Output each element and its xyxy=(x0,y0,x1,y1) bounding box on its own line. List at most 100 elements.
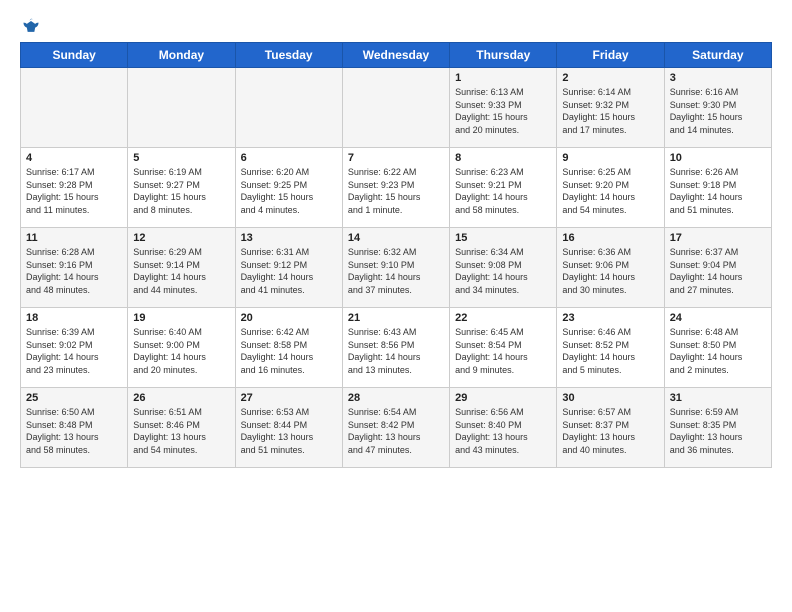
calendar-cell: 26 Sunrise: 6:51 AM Sunset: 8:46 PM Dayli… xyxy=(128,388,235,468)
day-info: Sunrise: 6:29 AM Sunset: 9:14 PM Dayligh… xyxy=(133,246,229,296)
calendar-cell: 18Sunrise: 6:39 AM Sunset: 9:02 PM Dayli… xyxy=(21,308,128,388)
day-number: 17 xyxy=(670,232,766,244)
day-number: 18 xyxy=(26,312,122,324)
header xyxy=(20,16,772,32)
day-number: 22 xyxy=(455,312,551,324)
logo-bird-icon xyxy=(21,16,41,36)
day-info: Sunrise: 6:17 AM Sunset: 9:28 PM Dayligh… xyxy=(26,166,122,216)
calendar-cell: 20 Sunrise: 6:42 AM Sunset: 8:58 PM Dayli… xyxy=(235,308,342,388)
day-info: Sunrise: 6:19 AM Sunset: 9:27 PM Dayligh… xyxy=(133,166,229,216)
weekday-header-wednesday: Wednesday xyxy=(342,43,449,68)
calendar-cell: 30Sunrise: 6:57 AM Sunset: 8:37 PM Dayli… xyxy=(557,388,664,468)
day-info: Sunrise: 6:46 AM Sunset: 8:52 PM Dayligh… xyxy=(562,326,658,376)
day-info: Sunrise: 6:26 AM Sunset: 9:18 PM Dayligh… xyxy=(670,166,766,216)
calendar-cell: 5 Sunrise: 6:19 AM Sunset: 9:27 PM Daylig… xyxy=(128,148,235,228)
calendar-cell xyxy=(342,68,449,148)
weekday-header-saturday: Saturday xyxy=(664,43,771,68)
day-number: 21 xyxy=(348,312,444,324)
calendar-cell: 27 Sunrise: 6:53 AM Sunset: 8:44 PM Dayli… xyxy=(235,388,342,468)
day-info: Sunrise: 6:56 AM Sunset: 8:40 PM Dayligh… xyxy=(455,406,551,456)
calendar-cell: 28 Sunrise: 6:54 AM Sunset: 8:42 PM Dayli… xyxy=(342,388,449,468)
day-info: Sunrise: 6:37 AM Sunset: 9:04 PM Dayligh… xyxy=(670,246,766,296)
calendar-cell: 1 Sunrise: 6:13 AM Sunset: 9:33 PM Daylig… xyxy=(450,68,557,148)
calendar-cell xyxy=(21,68,128,148)
calendar-cell: 15 Sunrise: 6:34 AM Sunset: 9:08 PM Dayli… xyxy=(450,228,557,308)
calendar-cell: 8 Sunrise: 6:23 AM Sunset: 9:21 PM Daylig… xyxy=(450,148,557,228)
day-number: 6 xyxy=(241,152,337,164)
day-info: Sunrise: 6:14 AM Sunset: 9:32 PM Dayligh… xyxy=(562,86,658,136)
day-number: 24 xyxy=(670,312,766,324)
day-info: Sunrise: 6:42 AM Sunset: 8:58 PM Dayligh… xyxy=(241,326,337,376)
day-info: Sunrise: 6:54 AM Sunset: 8:42 PM Dayligh… xyxy=(348,406,444,456)
day-info: Sunrise: 6:53 AM Sunset: 8:44 PM Dayligh… xyxy=(241,406,337,456)
day-number: 29 xyxy=(455,392,551,404)
calendar-cell: 23 Sunrise: 6:46 AM Sunset: 8:52 PM Dayli… xyxy=(557,308,664,388)
day-number: 19 xyxy=(133,312,229,324)
calendar-cell: 4 Sunrise: 6:17 AM Sunset: 9:28 PM Daylig… xyxy=(21,148,128,228)
day-info: Sunrise: 6:32 AM Sunset: 9:10 PM Dayligh… xyxy=(348,246,444,296)
calendar-cell: 21Sunrise: 6:43 AM Sunset: 8:56 PM Dayli… xyxy=(342,308,449,388)
day-info: Sunrise: 6:20 AM Sunset: 9:25 PM Dayligh… xyxy=(241,166,337,216)
day-info: Sunrise: 6:34 AM Sunset: 9:08 PM Dayligh… xyxy=(455,246,551,296)
calendar-cell: 29 Sunrise: 6:56 AM Sunset: 8:40 PM Dayli… xyxy=(450,388,557,468)
day-number: 25 xyxy=(26,392,122,404)
day-number: 30 xyxy=(562,392,658,404)
calendar-cell: 6 Sunrise: 6:20 AM Sunset: 9:25 PM Daylig… xyxy=(235,148,342,228)
page: SundayMondayTuesdayWednesdayThursdayFrid… xyxy=(0,0,792,612)
day-number: 12 xyxy=(133,232,229,244)
day-info: Sunrise: 6:25 AM Sunset: 9:20 PM Dayligh… xyxy=(562,166,658,216)
calendar-cell: 2 Sunrise: 6:14 AM Sunset: 9:32 PM Daylig… xyxy=(557,68,664,148)
weekday-header-thursday: Thursday xyxy=(450,43,557,68)
day-number: 28 xyxy=(348,392,444,404)
calendar-cell: 19 Sunrise: 6:40 AM Sunset: 9:00 PM Dayli… xyxy=(128,308,235,388)
calendar-cell xyxy=(128,68,235,148)
day-info: Sunrise: 6:22 AM Sunset: 9:23 PM Dayligh… xyxy=(348,166,444,216)
day-number: 20 xyxy=(241,312,337,324)
calendar-table: SundayMondayTuesdayWednesdayThursdayFrid… xyxy=(20,42,772,468)
calendar-cell: 25 Sunrise: 6:50 AM Sunset: 8:48 PM Dayli… xyxy=(21,388,128,468)
day-number: 7 xyxy=(348,152,444,164)
day-number: 14 xyxy=(348,232,444,244)
day-number: 9 xyxy=(562,152,658,164)
day-number: 8 xyxy=(455,152,551,164)
calendar-cell: 3 Sunrise: 6:16 AM Sunset: 9:30 PM Daylig… xyxy=(664,68,771,148)
day-number: 3 xyxy=(670,72,766,84)
day-number: 15 xyxy=(455,232,551,244)
day-info: Sunrise: 6:36 AM Sunset: 9:06 PM Dayligh… xyxy=(562,246,658,296)
day-number: 2 xyxy=(562,72,658,84)
day-info: Sunrise: 6:50 AM Sunset: 8:48 PM Dayligh… xyxy=(26,406,122,456)
day-number: 23 xyxy=(562,312,658,324)
day-number: 27 xyxy=(241,392,337,404)
logo xyxy=(20,16,42,32)
calendar-cell: 16 Sunrise: 6:36 AM Sunset: 9:06 PM Dayli… xyxy=(557,228,664,308)
calendar-cell: 13Sunrise: 6:31 AM Sunset: 9:12 PM Dayli… xyxy=(235,228,342,308)
day-info: Sunrise: 6:13 AM Sunset: 9:33 PM Dayligh… xyxy=(455,86,551,136)
calendar-cell: 22 Sunrise: 6:45 AM Sunset: 8:54 PM Dayli… xyxy=(450,308,557,388)
calendar-cell: 31Sunrise: 6:59 AM Sunset: 8:35 PM Dayli… xyxy=(664,388,771,468)
weekday-header-monday: Monday xyxy=(128,43,235,68)
day-number: 10 xyxy=(670,152,766,164)
day-info: Sunrise: 6:48 AM Sunset: 8:50 PM Dayligh… xyxy=(670,326,766,376)
day-info: Sunrise: 6:45 AM Sunset: 8:54 PM Dayligh… xyxy=(455,326,551,376)
day-number: 4 xyxy=(26,152,122,164)
weekday-header-friday: Friday xyxy=(557,43,664,68)
day-number: 16 xyxy=(562,232,658,244)
weekday-header-tuesday: Tuesday xyxy=(235,43,342,68)
day-number: 5 xyxy=(133,152,229,164)
day-info: Sunrise: 6:28 AM Sunset: 9:16 PM Dayligh… xyxy=(26,246,122,296)
day-info: Sunrise: 6:16 AM Sunset: 9:30 PM Dayligh… xyxy=(670,86,766,136)
day-number: 1 xyxy=(455,72,551,84)
day-info: Sunrise: 6:51 AM Sunset: 8:46 PM Dayligh… xyxy=(133,406,229,456)
calendar-cell: 7 Sunrise: 6:22 AM Sunset: 9:23 PM Daylig… xyxy=(342,148,449,228)
calendar-cell: 14 Sunrise: 6:32 AM Sunset: 9:10 PM Dayli… xyxy=(342,228,449,308)
calendar-cell: 12 Sunrise: 6:29 AM Sunset: 9:14 PM Dayli… xyxy=(128,228,235,308)
day-info: Sunrise: 6:59 AM Sunset: 8:35 PM Dayligh… xyxy=(670,406,766,456)
day-info: Sunrise: 6:23 AM Sunset: 9:21 PM Dayligh… xyxy=(455,166,551,216)
day-number: 11 xyxy=(26,232,122,244)
calendar-cell: 17 Sunrise: 6:37 AM Sunset: 9:04 PM Dayli… xyxy=(664,228,771,308)
calendar-cell: 9 Sunrise: 6:25 AM Sunset: 9:20 PM Daylig… xyxy=(557,148,664,228)
day-info: Sunrise: 6:40 AM Sunset: 9:00 PM Dayligh… xyxy=(133,326,229,376)
day-number: 26 xyxy=(133,392,229,404)
weekday-header-sunday: Sunday xyxy=(21,43,128,68)
calendar-cell: 11 Sunrise: 6:28 AM Sunset: 9:16 PM Dayli… xyxy=(21,228,128,308)
